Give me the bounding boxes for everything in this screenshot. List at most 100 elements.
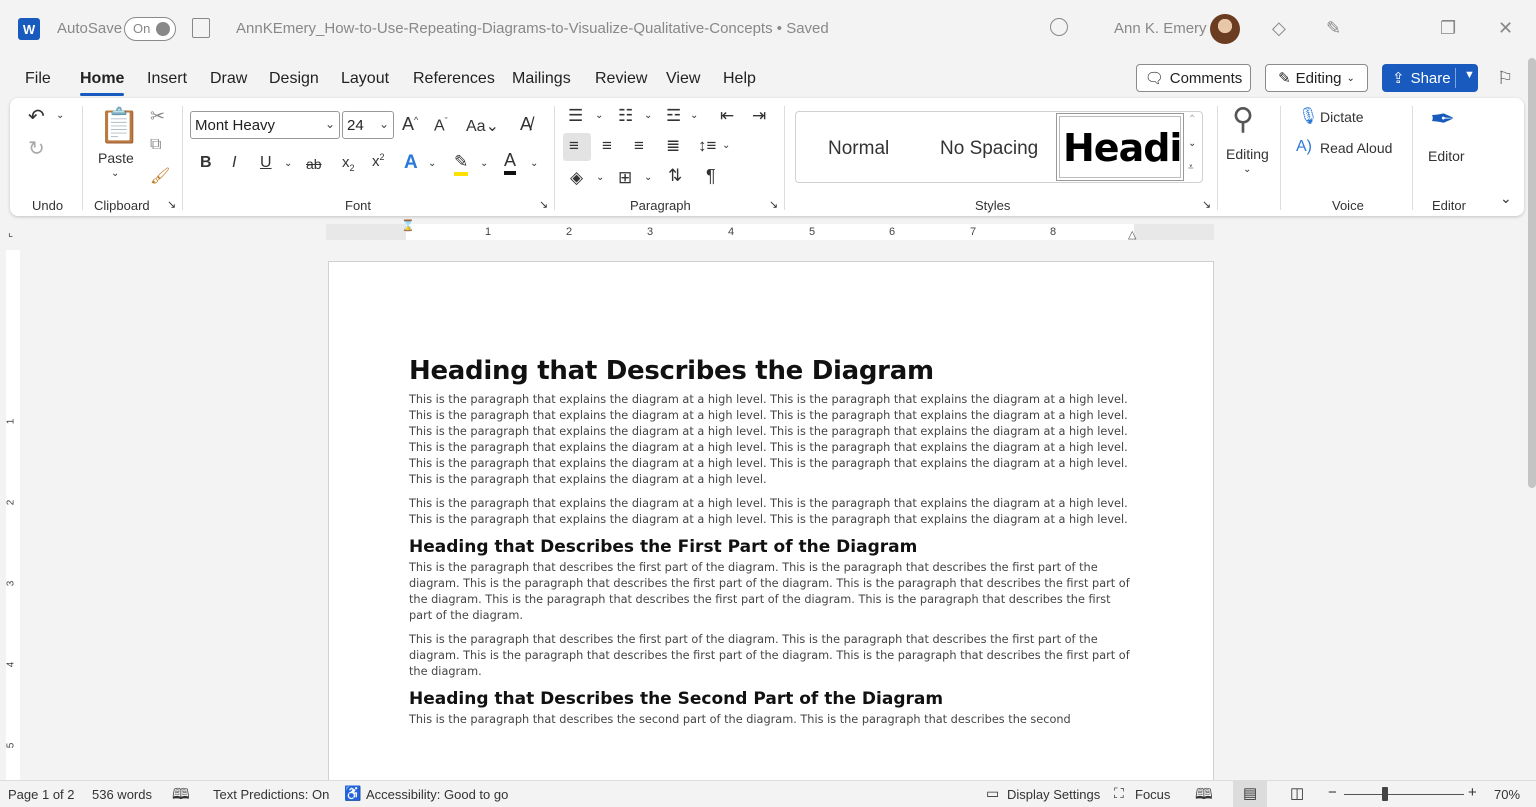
dictate-button[interactable]: Dictate bbox=[1320, 109, 1364, 125]
bullets-icon[interactable]: ☰ bbox=[568, 106, 583, 126]
justify-icon[interactable]: ≣ bbox=[666, 136, 680, 156]
tab-selector-icon[interactable]: ⌞ bbox=[8, 226, 13, 239]
multilevel-dropdown-icon[interactable]: ⌄ bbox=[690, 110, 698, 121]
strikethrough-icon[interactable]: ab bbox=[306, 156, 322, 172]
show-formatting-icon[interactable]: ¶ bbox=[706, 166, 716, 187]
borders-dropdown-icon[interactable]: ⌄ bbox=[644, 172, 652, 183]
numbering-dropdown-icon[interactable]: ⌄ bbox=[644, 110, 652, 121]
align-right-icon[interactable]: ≡ bbox=[634, 136, 644, 156]
clear-formatting-icon[interactable]: A̸ bbox=[520, 114, 532, 135]
sort-icon[interactable]: ⇅ bbox=[668, 166, 682, 186]
cut-icon[interactable]: ✂ bbox=[150, 106, 165, 127]
text-effects-dropdown-icon[interactable]: ⌄ bbox=[428, 158, 436, 169]
underline-icon[interactable]: U bbox=[260, 154, 272, 172]
proofing-book-icon[interactable]: 🕮 bbox=[172, 784, 190, 807]
premium-diamond-icon[interactable]: ◇ bbox=[1272, 18, 1286, 39]
tab-design[interactable]: Design bbox=[269, 70, 319, 88]
paragraph-launcher-icon[interactable]: ↘ bbox=[769, 198, 778, 211]
decrease-indent-icon[interactable]: ⇤ bbox=[720, 106, 734, 126]
tab-home[interactable]: Home bbox=[80, 70, 124, 88]
font-size-combo[interactable]: 24 ⌄ bbox=[342, 111, 394, 139]
editing-mode-button[interactable]: ✎ Editing ⌄ bbox=[1265, 64, 1368, 92]
read-aloud-button[interactable]: Read Aloud bbox=[1320, 140, 1392, 156]
share-dropdown-icon[interactable]: ▼ bbox=[1464, 69, 1475, 81]
paragraph[interactable]: This is the paragraph that explains the … bbox=[409, 392, 1131, 488]
document-body[interactable]: Heading that Describes the Diagram This … bbox=[409, 354, 1131, 736]
microphone-icon[interactable]: 🎙 bbox=[1298, 106, 1318, 126]
change-case-icon[interactable]: Aa⌄ bbox=[466, 116, 499, 136]
print-layout-icon[interactable]: ▤ bbox=[1233, 781, 1267, 807]
display-settings-icon[interactable]: ▭ bbox=[986, 785, 999, 802]
share-button[interactable]: ⇪ Share ▼ bbox=[1382, 64, 1478, 92]
paste-icon[interactable]: 📋 bbox=[98, 106, 140, 146]
zoom-level[interactable]: 70% bbox=[1494, 787, 1520, 802]
undo-icon[interactable]: ↶ bbox=[28, 104, 45, 129]
superscript-icon[interactable]: x2 bbox=[372, 152, 385, 170]
font-launcher-icon[interactable]: ↘ bbox=[539, 198, 548, 211]
clipboard-launcher-icon[interactable]: ↘ bbox=[167, 198, 176, 211]
document-title[interactable]: AnnKEmery_How-to-Use-Repeating-Diagrams-… bbox=[236, 20, 829, 37]
multilevel-list-icon[interactable]: ☲ bbox=[666, 106, 681, 126]
tab-mailings[interactable]: Mailings bbox=[512, 70, 571, 88]
restore-window-icon[interactable]: ❐ bbox=[1440, 18, 1456, 39]
grow-font-icon[interactable]: A^ bbox=[402, 114, 418, 135]
tab-file[interactable]: File bbox=[25, 70, 51, 88]
increase-indent-icon[interactable]: ⇥ bbox=[752, 106, 766, 126]
paste-label[interactable]: Paste bbox=[98, 150, 134, 166]
tab-references[interactable]: References bbox=[413, 70, 495, 88]
paragraph[interactable]: This is the paragraph that describes the… bbox=[409, 712, 1131, 728]
right-indent-marker-icon[interactable]: △ bbox=[1128, 228, 1136, 241]
page-count[interactable]: Page 1 of 2 bbox=[8, 787, 75, 802]
search-icon[interactable] bbox=[1050, 18, 1068, 36]
italic-icon[interactable]: I bbox=[232, 154, 236, 172]
display-settings[interactable]: Display Settings bbox=[1007, 787, 1100, 802]
line-spacing-dropdown-icon[interactable]: ⌄ bbox=[722, 140, 730, 151]
coauthor-icon[interactable]: ⚐ bbox=[1497, 68, 1513, 89]
font-color-dropdown-icon[interactable]: ⌄ bbox=[530, 158, 538, 169]
styles-scroll-down-icon[interactable]: ⌄ bbox=[1188, 138, 1196, 149]
text-predictions[interactable]: Text Predictions: On bbox=[213, 787, 329, 802]
editor-button[interactable]: Editor bbox=[1428, 148, 1465, 164]
zoom-in-button[interactable]: + bbox=[1468, 784, 1477, 801]
first-line-indent-marker-icon[interactable]: ⌛ bbox=[401, 219, 415, 232]
focus-mode[interactable]: Focus bbox=[1135, 787, 1170, 802]
focus-icon[interactable]: ⛶ bbox=[1114, 785, 1124, 802]
paste-dropdown-icon[interactable]: ⌄ bbox=[111, 168, 119, 179]
read-aloud-icon[interactable]: A) bbox=[1296, 138, 1312, 156]
paragraph[interactable]: This is the paragraph that describes the… bbox=[409, 560, 1131, 624]
tab-layout[interactable]: Layout bbox=[341, 70, 389, 88]
align-center-icon[interactable]: ≡ bbox=[602, 136, 612, 156]
web-layout-icon[interactable]: ◫ bbox=[1290, 784, 1304, 802]
vertical-ruler[interactable] bbox=[6, 250, 20, 780]
tab-view[interactable]: View bbox=[666, 70, 700, 88]
editor-pen-icon[interactable]: ✒ bbox=[1430, 102, 1455, 137]
tab-draw[interactable]: Draw bbox=[210, 70, 247, 88]
highlight-icon[interactable]: ✎ bbox=[454, 152, 469, 176]
autosave-toggle[interactable]: On bbox=[124, 17, 176, 41]
undo-dropdown-icon[interactable]: ⌄ bbox=[56, 110, 64, 121]
heading-main[interactable]: Heading that Describes the Diagram bbox=[409, 354, 1131, 388]
copy-icon[interactable]: ⧉ bbox=[150, 136, 161, 154]
bullets-dropdown-icon[interactable]: ⌄ bbox=[595, 110, 603, 121]
align-left-icon[interactable]: ≡ bbox=[563, 133, 591, 161]
tab-help[interactable]: Help bbox=[723, 70, 756, 88]
vertical-scrollbar[interactable] bbox=[1528, 58, 1536, 488]
line-spacing-icon[interactable]: ↕≡ bbox=[698, 136, 716, 156]
document-page[interactable]: Heading that Describes the Diagram This … bbox=[328, 261, 1214, 791]
font-name-combo[interactable]: Mont Heavy ⌄ bbox=[190, 111, 340, 139]
styles-launcher-icon[interactable]: ↘ bbox=[1202, 198, 1211, 211]
styles-more-icon[interactable]: ⩡ bbox=[1188, 162, 1194, 173]
editing-group-button[interactable]: Editing bbox=[1226, 146, 1269, 162]
word-count[interactable]: 536 words bbox=[92, 787, 152, 802]
horizontal-ruler[interactable] bbox=[326, 224, 1214, 240]
text-effects-icon[interactable]: A bbox=[404, 152, 418, 174]
font-color-icon[interactable]: A bbox=[504, 150, 517, 175]
comments-button[interactable]: 🗨 Comments bbox=[1136, 64, 1251, 92]
style-normal[interactable]: Normal bbox=[828, 138, 889, 160]
underline-dropdown-icon[interactable]: ⌄ bbox=[284, 158, 292, 169]
numbering-icon[interactable]: ☷ bbox=[618, 106, 633, 126]
bold-icon[interactable]: B bbox=[200, 154, 212, 172]
tab-insert[interactable]: Insert bbox=[147, 70, 187, 88]
redo-icon[interactable]: ↻ bbox=[28, 136, 45, 161]
paragraph[interactable]: This is the paragraph that explains the … bbox=[409, 496, 1131, 528]
